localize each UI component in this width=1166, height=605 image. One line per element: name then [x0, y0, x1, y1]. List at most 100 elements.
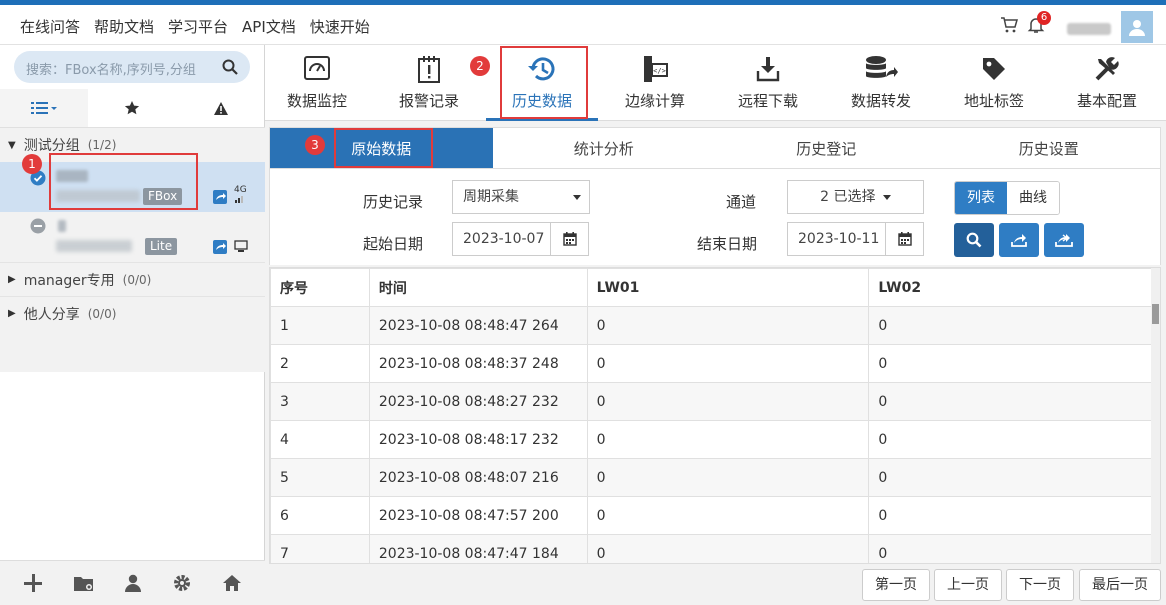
cell-lw01: 0: [586, 306, 870, 345]
table-header-row: 序号 时间 LW01 LW02: [270, 268, 1153, 307]
user-icon[interactable]: [124, 574, 142, 592]
cell-time: 2023-10-08 08:48:17 232: [368, 420, 588, 459]
username-blurred[interactable]: [1067, 23, 1111, 35]
table-row[interactable]: 2 2023-10-08 08:48:37 248 0 0: [270, 344, 1153, 383]
tab-label: 数据转发: [850, 92, 911, 110]
tab-data-forward[interactable]: 数据转发: [825, 45, 937, 121]
start-date-input[interactable]: 2023-10-07: [452, 222, 589, 256]
table-row[interactable]: 4 2023-10-08 08:48:17 232 0 0: [270, 420, 1153, 459]
group-count: (1/2): [87, 138, 117, 152]
tab-device-list[interactable]: [0, 89, 89, 127]
tab-alarms[interactable]: [177, 89, 265, 127]
last-page-button[interactable]: 最后一页: [1079, 569, 1161, 601]
monitor-icon: [304, 56, 330, 80]
device-serial-blurred: [56, 240, 132, 252]
end-date-input[interactable]: 2023-10-11: [787, 222, 924, 256]
cell-lw02: 0: [868, 458, 1153, 497]
channel-label: 通道: [726, 193, 757, 211]
subtab-label: 历史设置: [1018, 139, 1079, 158]
cell-time: 2023-10-08 08:47:47 184: [368, 534, 588, 563]
folder-settings-icon[interactable]: [73, 574, 95, 592]
table-row[interactable]: 3 2023-10-08 08:48:27 232 0 0: [270, 382, 1153, 421]
col-lw02-header[interactable]: LW02: [868, 268, 1153, 307]
tab-data-monitor[interactable]: 数据监控: [261, 45, 373, 121]
device-type-badge: Lite: [145, 238, 178, 255]
cell-lw01: 0: [586, 534, 870, 563]
tab-remote-download[interactable]: 远程下载: [712, 45, 824, 121]
add-icon[interactable]: [23, 573, 43, 593]
cell-lw01: 0: [586, 382, 870, 421]
share-icon[interactable]: [213, 190, 227, 204]
first-page-button[interactable]: 第一页: [862, 569, 930, 601]
sidebar: 搜索：FBox名称,序列号,分组 ▼ 测试分组 (1/2) FBox 4G Li…: [0, 45, 265, 605]
main-panel: 数据监控 报警记录 历史数据 </> 边缘计算 远程下载 数据转发 地址标签 基: [265, 45, 1166, 605]
col-index-header[interactable]: 序号: [270, 268, 370, 307]
search-icon[interactable]: [222, 59, 238, 75]
history-record-value: 周期采集: [463, 189, 519, 205]
nav-qa[interactable]: 在线问答: [20, 16, 80, 37]
tab-label: 数据监控: [286, 92, 347, 110]
avatar[interactable]: [1121, 11, 1153, 43]
group-count: (0/0): [122, 272, 152, 287]
col-lw01-header[interactable]: LW01: [586, 268, 870, 307]
search-placeholder: 搜索：FBox名称,序列号,分组: [26, 63, 196, 78]
table-scrollbar[interactable]: [1151, 268, 1160, 563]
calendar-icon[interactable]: [550, 223, 588, 255]
cell-time: 2023-10-08 08:48:37 248: [368, 344, 588, 383]
cell-lw01: 0: [586, 420, 870, 459]
export-all-button[interactable]: [1044, 223, 1084, 257]
cell-lw02: 0: [868, 496, 1153, 535]
nav-quick-start[interactable]: 快速开始: [310, 16, 370, 37]
export-icon: [1011, 234, 1027, 247]
tab-edge-compute[interactable]: </> 边缘计算: [599, 45, 711, 121]
group-name: manager专用: [23, 272, 115, 289]
next-page-button[interactable]: 下一页: [1006, 569, 1074, 601]
notification-badge: 6: [1037, 11, 1051, 25]
alarm-clipboard-icon: [418, 56, 440, 83]
table-row[interactable]: 1 2023-10-08 08:48:47 264 0 0: [270, 306, 1153, 345]
device-item-lite[interactable]: Lite: [0, 212, 265, 262]
cell-lw01: 0: [586, 496, 870, 535]
cart-icon[interactable]: [1000, 16, 1018, 34]
gear-icon[interactable]: [172, 573, 192, 593]
nav-help-docs[interactable]: 帮助文档: [94, 16, 154, 37]
tab-label: 边缘计算: [624, 92, 685, 110]
cell-index: 2: [270, 344, 370, 383]
group-manager[interactable]: ▶ manager专用 (0/0): [0, 262, 265, 296]
scrollbar-thumb[interactable]: [1152, 304, 1159, 324]
view-curve-button[interactable]: 曲线: [1007, 182, 1059, 214]
col-time-header[interactable]: 时间: [368, 268, 588, 307]
prev-page-button[interactable]: 上一页: [934, 569, 1002, 601]
calendar-icon[interactable]: [885, 223, 923, 255]
table-row[interactable]: 5 2023-10-08 08:48:07 216 0 0: [270, 458, 1153, 497]
annotation-marker-2: 2: [470, 56, 490, 76]
subtab-history-settings[interactable]: 历史设置: [938, 128, 1161, 168]
view-list-button[interactable]: 列表: [955, 182, 1007, 214]
download-icon: [756, 57, 780, 82]
cell-index: 7: [270, 534, 370, 563]
table-row[interactable]: 6 2023-10-08 08:47:57 200 0 0: [270, 496, 1153, 535]
export-button[interactable]: [999, 223, 1039, 257]
table-row[interactable]: 7 2023-10-08 08:47:47 184 0 0: [270, 534, 1153, 563]
home-icon[interactable]: [222, 574, 242, 592]
history-record-select[interactable]: 周期采集: [452, 180, 590, 214]
nav-learning[interactable]: 学习平台: [168, 16, 228, 37]
annotation-highlight-raw-data: [334, 128, 433, 168]
nav-api-docs[interactable]: API文档: [242, 16, 296, 37]
subtab-statistics[interactable]: 统计分析: [493, 128, 716, 168]
subtab-history-register[interactable]: 历史登记: [715, 128, 938, 168]
tab-basic-config[interactable]: 基本配置: [1051, 45, 1163, 121]
search-button[interactable]: [954, 223, 994, 257]
channel-select[interactable]: 2 已选择: [787, 180, 924, 214]
cell-time: 2023-10-08 08:48:27 232: [368, 382, 588, 421]
cell-index: 5: [270, 458, 370, 497]
start-date-label: 起始日期: [363, 235, 424, 253]
tab-alarm-records[interactable]: 报警记录: [373, 45, 485, 121]
search-input[interactable]: 搜索：FBox名称,序列号,分组: [14, 51, 250, 83]
group-shared[interactable]: ▶ 他人分享 (0/0): [0, 296, 265, 330]
function-tabs: 数据监控 报警记录 历史数据 </> 边缘计算 远程下载 数据转发 地址标签 基: [265, 45, 1166, 121]
share-icon[interactable]: [213, 240, 227, 254]
tab-favorites[interactable]: [88, 89, 176, 127]
tab-address-tags[interactable]: 地址标签: [938, 45, 1050, 121]
tab-label: 地址标签: [963, 92, 1024, 110]
